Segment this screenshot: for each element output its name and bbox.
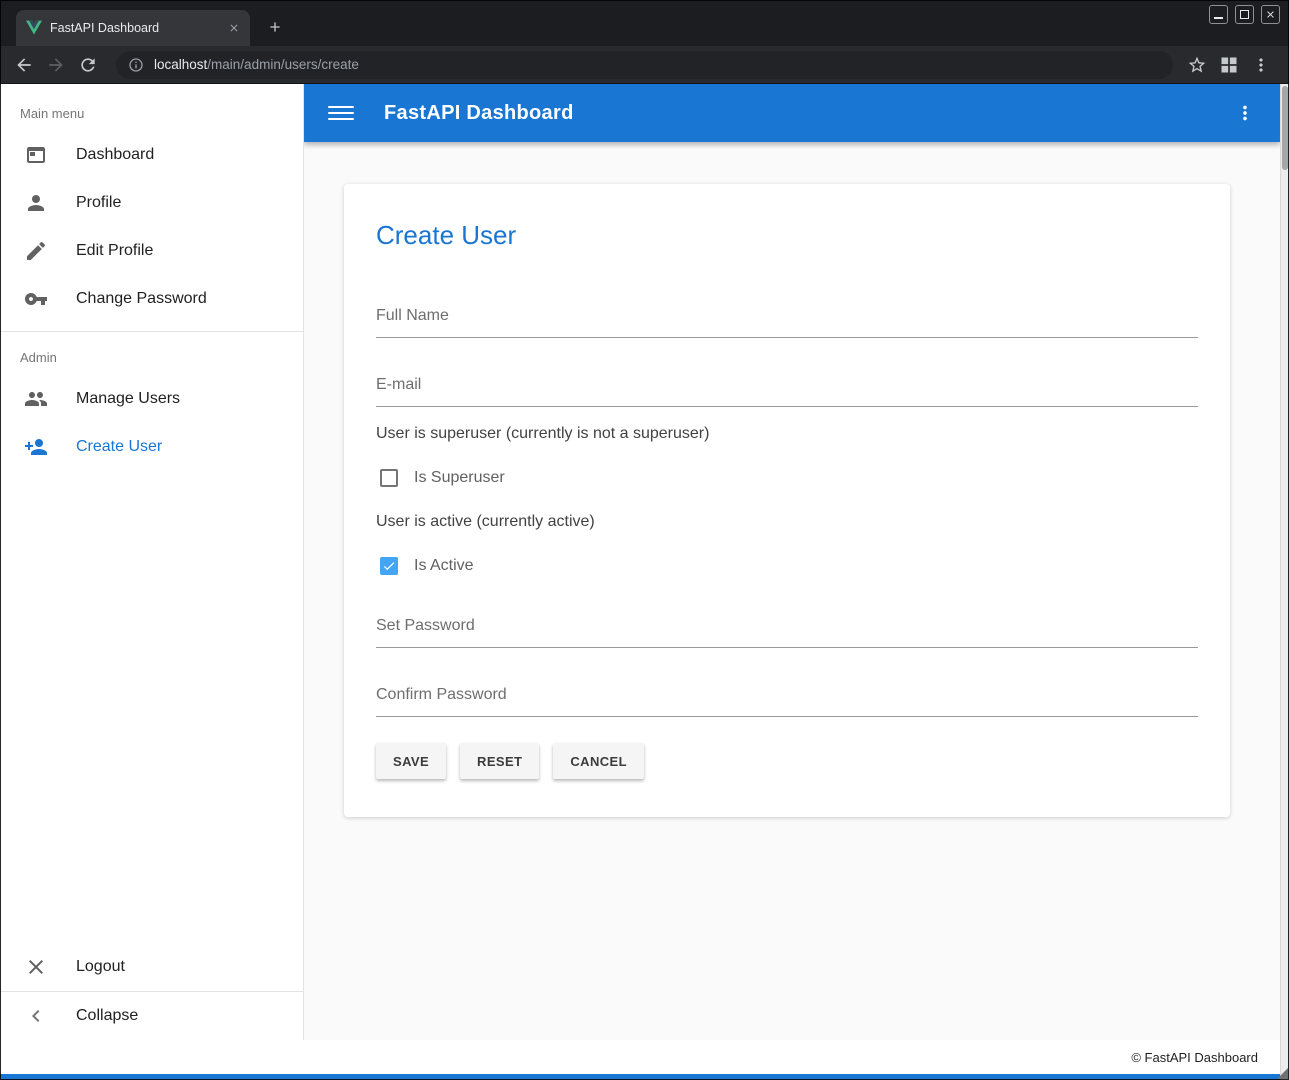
cancel-button[interactable]: CANCEL	[553, 743, 644, 779]
sidebar-item-label: Dashboard	[76, 146, 154, 164]
key-icon	[24, 287, 48, 311]
set-password-input[interactable]	[376, 609, 1198, 648]
sidebar-item-label: Manage Users	[76, 390, 180, 408]
url-text: localhost/main/admin/users/create	[154, 57, 359, 72]
superuser-hint: User is superuser (currently is not a su…	[376, 425, 1198, 443]
window-resize-grip[interactable]	[1277, 1068, 1288, 1079]
window-maximize-button[interactable]	[1235, 5, 1254, 24]
site-info-icon[interactable]	[128, 57, 144, 73]
new-tab-button[interactable]	[262, 14, 288, 40]
save-button[interactable]: SAVE	[376, 743, 446, 779]
page: Main menu Dashboard Profile Edit Profile…	[0, 84, 1280, 1080]
active-checkbox-label: Is Active	[414, 557, 474, 575]
browser-toolbar: localhost/main/admin/users/create	[0, 46, 1289, 84]
sidebar-item-collapse[interactable]: Collapse	[0, 992, 303, 1040]
active-check-row[interactable]: Is Active	[376, 557, 1198, 575]
full-name-field	[376, 299, 1198, 338]
page-footer: © FastAPI Dashboard	[0, 1040, 1280, 1074]
chevron-left-icon	[24, 1004, 48, 1028]
email-field	[376, 368, 1198, 407]
url-host: localhost	[154, 57, 207, 72]
content-area: Create User User is superuser (currently…	[304, 142, 1280, 1040]
person-icon	[24, 191, 48, 215]
confirm-password-input[interactable]	[376, 678, 1198, 717]
window-minimize-button[interactable]	[1209, 5, 1228, 24]
create-user-card: Create User User is superuser (currently…	[344, 184, 1230, 817]
sidebar-item-manage-users[interactable]: Manage Users	[0, 375, 303, 423]
sidebar-bottom: Logout Collapse	[0, 943, 303, 1040]
vertical-scrollbar[interactable]	[1280, 84, 1289, 1080]
browser-menu-icon[interactable]	[1247, 51, 1275, 79]
bookmark-star-icon[interactable]	[1183, 51, 1211, 79]
sidebar-item-label: Create User	[76, 438, 162, 456]
people-icon	[24, 387, 48, 411]
superuser-check-row[interactable]: Is Superuser	[376, 469, 1198, 487]
window-controls	[1209, 5, 1280, 24]
sidebar-divider	[0, 331, 303, 332]
reset-button[interactable]: RESET	[460, 743, 539, 779]
main-area: FastAPI Dashboard Create User User is su…	[304, 84, 1280, 1040]
sidebar: Main menu Dashboard Profile Edit Profile…	[0, 84, 304, 1040]
is-active-checkbox[interactable]	[380, 557, 398, 575]
sidebar-item-create-user[interactable]: Create User	[0, 423, 303, 471]
superuser-checkbox-label: Is Superuser	[414, 469, 505, 487]
close-icon	[24, 955, 48, 979]
confirm-password-field	[376, 678, 1198, 717]
active-hint: User is active (currently active)	[376, 513, 1198, 531]
kebab-menu-icon[interactable]	[1232, 100, 1258, 126]
sidebar-item-label: Change Password	[76, 290, 207, 308]
hamburger-menu-icon[interactable]	[328, 101, 354, 125]
footer-accent-strip	[0, 1074, 1280, 1080]
sidebar-item-label: Edit Profile	[76, 242, 153, 260]
extensions-icon[interactable]	[1215, 51, 1243, 79]
scrollbar-thumb[interactable]	[1282, 86, 1288, 170]
browser-titlebar: FastAPI Dashboard	[0, 0, 1289, 46]
app-bar: FastAPI Dashboard	[304, 84, 1280, 142]
window-close-button[interactable]	[1261, 5, 1280, 24]
full-name-input[interactable]	[376, 299, 1198, 338]
sidebar-item-label: Collapse	[76, 1007, 138, 1025]
sidebar-item-label: Profile	[76, 194, 121, 212]
forward-button[interactable]	[42, 51, 70, 79]
page-title: Create User	[376, 220, 1198, 251]
vuetify-logo-icon	[26, 20, 42, 36]
tab-title: FastAPI Dashboard	[50, 21, 225, 35]
reload-button[interactable]	[74, 51, 102, 79]
set-password-field	[376, 609, 1198, 648]
sidebar-section-main: Main menu	[0, 84, 303, 131]
sidebar-item-change-password[interactable]: Change Password	[0, 275, 303, 323]
sidebar-item-label: Logout	[76, 958, 125, 976]
back-button[interactable]	[10, 51, 38, 79]
copyright-text: © FastAPI Dashboard	[1131, 1050, 1258, 1065]
dashboard-icon	[24, 143, 48, 167]
pencil-icon	[24, 239, 48, 263]
tab-close-icon[interactable]	[225, 20, 242, 37]
form-actions: SAVE RESET CANCEL	[376, 743, 1198, 779]
sidebar-item-profile[interactable]: Profile	[0, 179, 303, 227]
email-input[interactable]	[376, 368, 1198, 407]
sidebar-item-logout[interactable]: Logout	[0, 943, 303, 991]
address-bar[interactable]: localhost/main/admin/users/create	[116, 51, 1173, 79]
is-superuser-checkbox[interactable]	[380, 469, 398, 487]
person-add-icon	[24, 435, 48, 459]
url-path: /main/admin/users/create	[207, 57, 359, 72]
sidebar-item-dashboard[interactable]: Dashboard	[0, 131, 303, 179]
browser-tab[interactable]: FastAPI Dashboard	[16, 10, 250, 46]
sidebar-section-admin: Admin	[0, 340, 303, 375]
sidebar-item-edit-profile[interactable]: Edit Profile	[0, 227, 303, 275]
app-title: FastAPI Dashboard	[384, 102, 574, 125]
